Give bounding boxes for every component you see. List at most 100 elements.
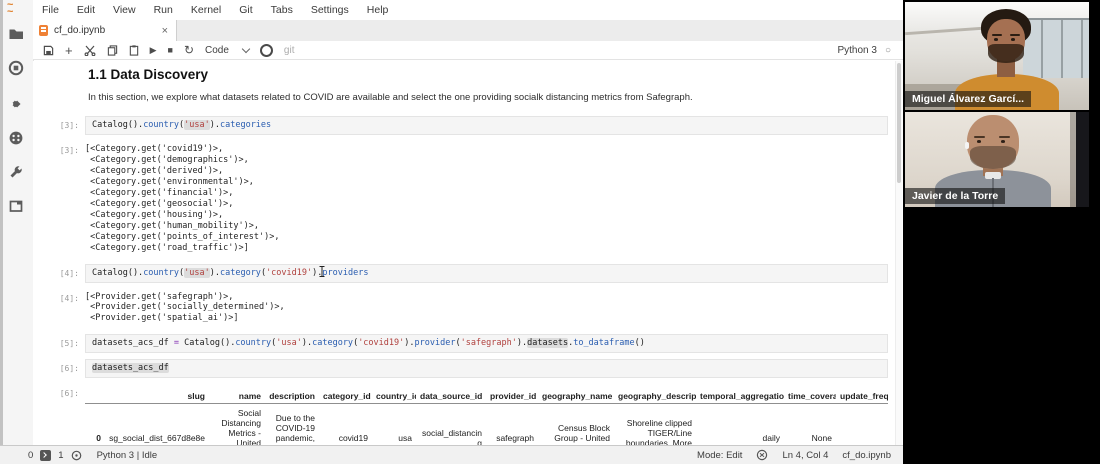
code-token: datasets_acs_df (92, 338, 174, 349)
cell-body: [<Category.get('covid19')>, <Category.ge… (85, 141, 888, 264)
menu-item-run[interactable]: Run (145, 4, 182, 16)
df-cell: Due to the COVID-19 pandemic, people are… (275, 413, 315, 445)
code-token: category (312, 338, 354, 349)
save-button[interactable] (43, 43, 54, 57)
df-cell: Census Block Group - United States of Am… (543, 423, 610, 445)
code-token: datasets (527, 338, 569, 349)
menu-item-git[interactable]: Git (230, 4, 261, 16)
menu-item-file[interactable]: File (33, 4, 68, 16)
participant-eyebrow (999, 136, 1010, 138)
cell-prompt: [3]: (59, 121, 79, 130)
restart-kernel-button[interactable]: ↻ (184, 43, 194, 57)
cell-row: [4]: Catalog().country('usa').category('c… (33, 263, 903, 289)
code-token: country (143, 120, 180, 130)
df-header: time_coverage (784, 389, 836, 405)
dark-edge (1076, 112, 1089, 207)
statusbar-filename: cf_do.ipynb (842, 449, 891, 461)
menu-item-tabs[interactable]: Tabs (262, 4, 302, 16)
df-header: description (265, 389, 319, 405)
cell-body: [<Provider.get('safegraph')>, <Provider.… (85, 289, 888, 335)
menu-item-view[interactable]: View (104, 4, 145, 16)
df-cell: usa (398, 433, 412, 444)
code-cell[interactable]: Catalog().country('usa').category('covid… (85, 263, 888, 283)
code-cell[interactable]: Catalog().country('usa').categories (85, 116, 888, 135)
participant-eyebrow (1010, 34, 1020, 36)
property-inspector-icon[interactable] (8, 164, 26, 182)
kernel-status-text[interactable]: Python 3 | Idle (97, 450, 158, 461)
df-header: update_frequency (836, 389, 888, 405)
df-header: provider_id (486, 389, 538, 405)
code-line: Catalog().country('usa').categories (92, 120, 881, 131)
participant-eye (977, 140, 981, 143)
terminal-icon[interactable] (40, 449, 52, 461)
cursor-position[interactable]: Ln 4, Col 4 (782, 450, 828, 461)
code-token: 'usa' (276, 338, 302, 349)
code-cell[interactable]: datasets_acs_df (85, 359, 888, 379)
video-call-panel: Miguel Álvarez Garcí... Javier de la Tor… (903, 0, 1100, 464)
command-palette-icon[interactable] (8, 130, 26, 148)
cell-prompt: [5]: (59, 339, 79, 349)
menu-item-edit[interactable]: Edit (68, 4, 104, 16)
cell-prompt: [3]: (59, 146, 79, 155)
code-token: () (634, 338, 645, 349)
code-token: Catalog(). (92, 120, 144, 130)
running-kernels-icon[interactable] (8, 60, 26, 78)
scrollbar-thumb[interactable] (897, 63, 901, 183)
participant-name-label: Javier de la Torre (905, 188, 1006, 204)
git-icon[interactable] (8, 96, 26, 114)
kernel-indicator[interactable]: Python 3 ○ (837, 45, 903, 56)
cell-row: [3]: [<Category.get('covid19')>, <Categor… (33, 141, 903, 264)
df-cell: covid19 (338, 433, 368, 444)
git-toolbar-label[interactable]: git (284, 45, 295, 56)
menu-item-help[interactable]: Help (358, 4, 398, 16)
tab-close-icon[interactable]: × (160, 25, 170, 37)
cell-prompt: [6]: (59, 389, 79, 399)
df-header: slug (105, 389, 209, 405)
cell-body: slug name description category_id country_id… (85, 384, 888, 445)
run-cell-button[interactable]: ▶ (150, 43, 157, 57)
code-token: 'covid19' (358, 338, 405, 349)
cell-row: [4]: [<Provider.get('safegraph')>, <Provi… (33, 289, 903, 335)
code-cell[interactable]: datasets_acs_df = Catalog().country('usa… (85, 334, 888, 354)
paste-cells-button[interactable] (129, 43, 139, 57)
menu-bar-items: File Edit View Run Kernel Git Tabs Settings Help (33, 4, 397, 16)
code-token: provider (414, 338, 456, 349)
df-header: temporal_aggregation (696, 389, 784, 405)
mode-indicator[interactable]: Mode: Edit (697, 450, 742, 461)
participant-beard (970, 146, 1016, 169)
add-cell-button[interactable]: + (65, 43, 73, 57)
video-tile-javier[interactable]: Javier de la Torre (905, 112, 1089, 207)
code-token: ). (209, 120, 220, 130)
df-cell: Shoreline clipped TIGER/Line boundaries.… (625, 418, 692, 445)
kernel-sessions-icon[interactable] (71, 450, 82, 461)
file-browser-icon[interactable] (8, 26, 26, 44)
participant-eyebrow (992, 34, 1002, 36)
copy-cells-button[interactable] (107, 43, 118, 57)
code-token: category (219, 267, 261, 278)
cell-body: Catalog().country('usa').category('covid… (85, 263, 888, 289)
df-header: country_id (372, 389, 416, 405)
code-token: 'covid19' (266, 267, 313, 278)
participant-eye (1001, 140, 1005, 143)
menu-item-settings[interactable]: Settings (302, 4, 358, 16)
cell-output: [<Category.get('covid19')>, <Category.ge… (85, 144, 280, 253)
menu-item-kernel[interactable]: Kernel (182, 4, 230, 16)
participant-eye (1011, 38, 1015, 41)
cut-cells-button[interactable] (84, 43, 96, 57)
interrupt-kernel-button[interactable]: ■ (168, 43, 173, 57)
extension-manager-icon[interactable] (8, 198, 26, 216)
tab-cf-do-ipynb[interactable]: cf_do.ipynb × (33, 20, 177, 41)
code-token: 'usa' (184, 120, 210, 130)
cell-body: datasets_acs_df = Catalog().country('usa… (85, 334, 888, 359)
code-token: ). (516, 338, 528, 349)
code-token: ). (404, 338, 415, 349)
menu-bar: File Edit View Run Kernel Git Tabs Settings Help (33, 0, 903, 21)
status-circle-icon[interactable] (259, 43, 273, 57)
code-token: country (235, 338, 272, 349)
participant-beard (988, 44, 1024, 63)
window-edge (0, 0, 3, 445)
notification-bell-icon[interactable] (756, 449, 768, 461)
notebook-scrollbar[interactable] (895, 61, 902, 445)
video-tile-miguel[interactable]: Miguel Álvarez Garcí... (905, 2, 1089, 110)
cell-type-select[interactable]: Code (205, 44, 251, 56)
